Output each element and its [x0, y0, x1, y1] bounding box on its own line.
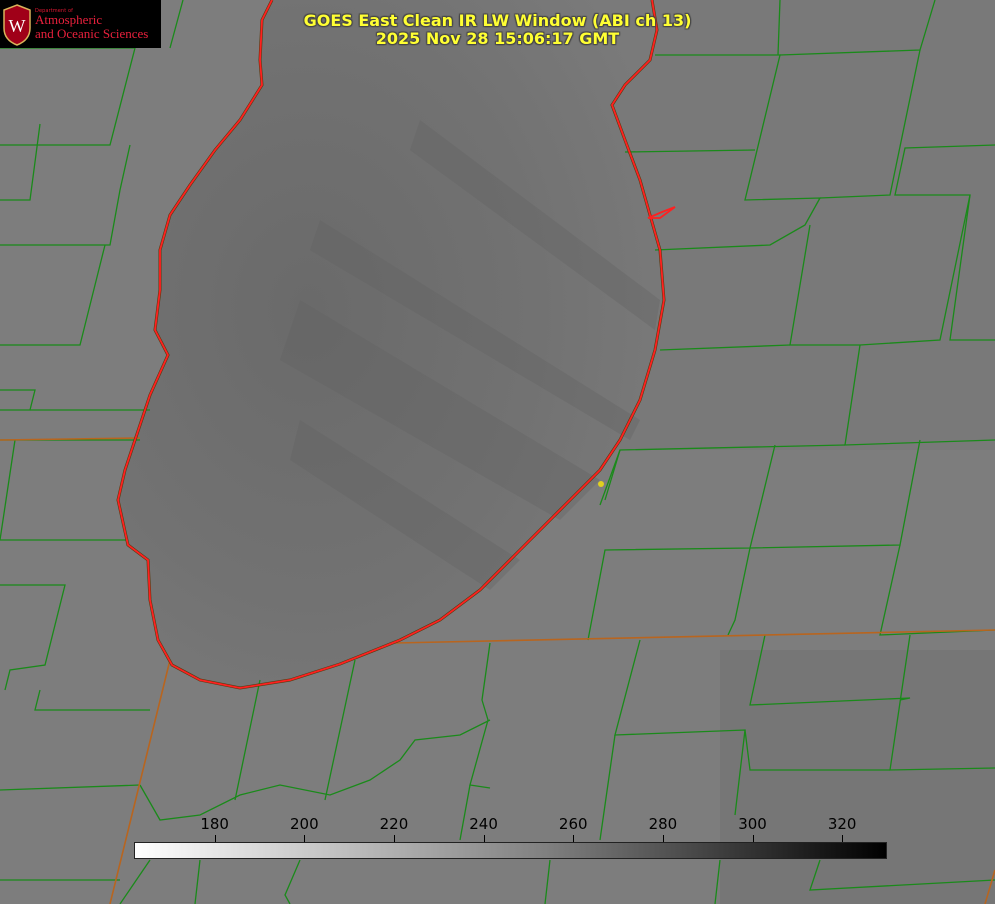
colorbar-tick-label: 240 [469, 815, 498, 833]
colorbar-tick-mark [483, 835, 485, 842]
colorbar-tick-mark [393, 835, 395, 842]
image-title: GOES East Clean IR LW Window (ABI ch 13)… [0, 12, 995, 48]
colorbar-tick-label: 180 [200, 815, 229, 833]
satellite-image-viewer: W Department of Atmospheric and Oceanic … [0, 0, 995, 904]
colorbar-tick-mark [214, 835, 216, 842]
colorbar-tick-label: 220 [379, 815, 409, 833]
colorbar-tick-mark [662, 835, 664, 842]
colorbar-tick-label: 200 [289, 815, 319, 833]
land-cloud-patch [720, 650, 995, 904]
title-timestamp: 2025 Nov 28 15:06:17 GMT [375, 29, 620, 48]
colorbar-tick-label: 260 [558, 815, 588, 833]
colorbar [134, 842, 887, 859]
colorbar-tick-mark [842, 835, 844, 842]
colorbar-tick-label: 320 [827, 815, 857, 833]
location-marker [598, 481, 604, 487]
colorbar-tick-mark [304, 835, 306, 842]
colorbar-tick-mark [752, 835, 754, 842]
colorbar-tick-label: 280 [648, 815, 678, 833]
title-line1: GOES East Clean IR LW Window (ABI ch 13) [303, 11, 692, 30]
land-cloud-patch [600, 0, 995, 450]
colorbar-tick-mark [573, 835, 575, 842]
satellite-imagery [0, 0, 995, 904]
colorbar-tick-label: 300 [738, 815, 767, 833]
